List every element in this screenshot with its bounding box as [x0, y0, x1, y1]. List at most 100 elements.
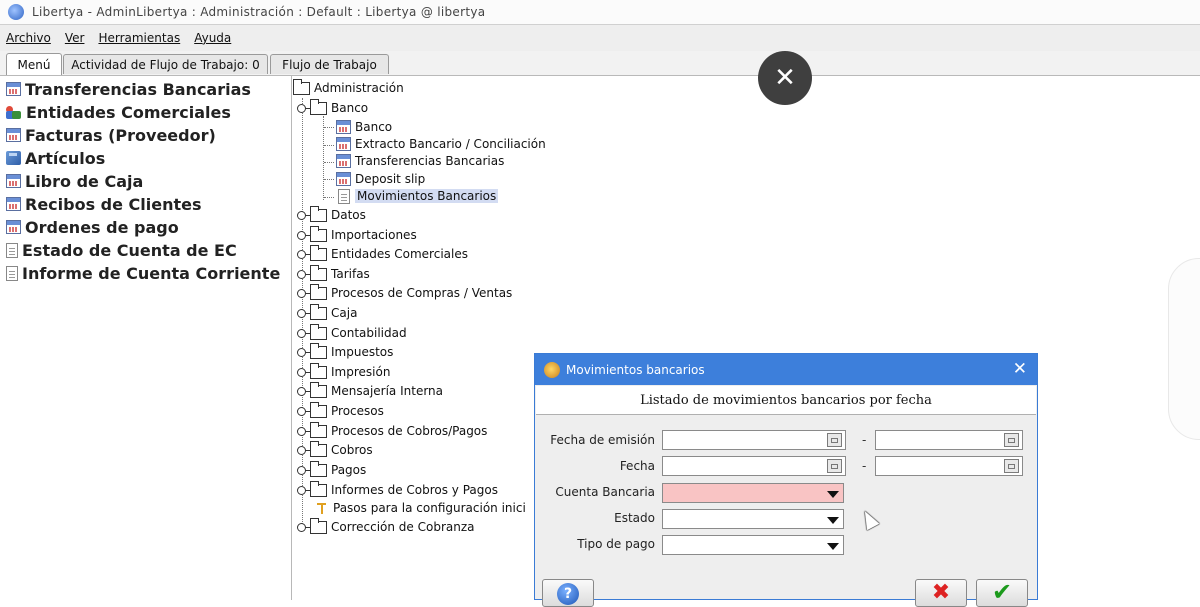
folder-icon	[310, 381, 327, 398]
menu-herramientas[interactable]: Herramientas	[92, 31, 188, 45]
expand-toggle-icon[interactable]	[297, 426, 311, 436]
menu-archivo[interactable]: Archivo	[0, 31, 59, 45]
expand-toggle-icon[interactable]	[297, 288, 311, 298]
expand-toggle-icon[interactable]	[297, 367, 311, 377]
tree-root[interactable]: Administración	[293, 78, 404, 97]
tree-folder[interactable]: Procesos	[297, 401, 384, 420]
folder-icon	[310, 225, 327, 242]
fecha-emision-hasta-input[interactable]	[875, 430, 1023, 450]
app-icon	[544, 361, 560, 378]
cancel-button[interactable]: ✖	[915, 579, 967, 607]
expand-toggle-icon[interactable]	[297, 269, 311, 279]
expand-toggle-icon[interactable]	[297, 347, 311, 357]
dialog-close-button[interactable]: ✕	[1013, 359, 1027, 379]
folder-icon	[310, 362, 327, 379]
folder-icon	[310, 98, 327, 115]
tree-folder[interactable]: Impuestos	[297, 342, 393, 361]
ok-button[interactable]: ✔	[976, 579, 1028, 607]
expand-toggle-icon[interactable]	[297, 210, 311, 220]
favorite-item[interactable]: Facturas (Proveedor)	[6, 124, 216, 146]
folder-icon	[310, 264, 327, 281]
window-icon	[6, 220, 21, 234]
tree-folder[interactable]: Importaciones	[297, 225, 417, 244]
tree-leaf-selected[interactable]: Movimientos Bancarios	[338, 187, 499, 205]
tree-leaf[interactable]: Deposit slip	[336, 170, 425, 188]
tree-folder[interactable]: Datos	[297, 205, 366, 224]
tree-leaf[interactable]: Transferencias Bancarias	[336, 152, 504, 170]
expand-toggle-icon[interactable]	[297, 445, 311, 455]
favorite-item[interactable]: Artículos	[6, 147, 105, 169]
favorite-item[interactable]: Transferencias Bancarias	[6, 78, 251, 100]
expand-toggle-icon[interactable]	[297, 406, 311, 416]
overlay-close-button[interactable]: ✕	[758, 51, 812, 105]
help-icon: ?	[557, 583, 579, 605]
label-estado: Estado	[614, 511, 655, 525]
tree-folder[interactable]: Impresión	[297, 362, 390, 381]
tree-leaf[interactable]: Banco	[336, 118, 392, 136]
tree-folder[interactable]: Caja	[297, 303, 357, 322]
tree-folder[interactable]: Pagos	[297, 460, 366, 479]
tree-folder[interactable]: Procesos de Compras / Ventas	[297, 283, 512, 302]
label-fecha: Fecha	[619, 459, 655, 473]
entities-icon	[6, 105, 22, 120]
expand-toggle-icon[interactable]	[297, 230, 311, 240]
window-icon	[6, 128, 21, 142]
window-icon	[6, 197, 21, 211]
tree-folder[interactable]: Informes de Cobros y Pagos	[297, 480, 498, 499]
folder-icon	[310, 205, 327, 222]
favorite-item[interactable]: Libro de Caja	[6, 170, 143, 192]
tree-folder[interactable]: Tarifas	[297, 264, 370, 283]
calendar-icon[interactable]	[1004, 433, 1019, 447]
background-shape	[1168, 258, 1200, 440]
tree-folder[interactable]: Entidades Comerciales	[297, 244, 468, 263]
tree-folder[interactable]: Procesos de Cobros/Pagos	[297, 421, 487, 440]
folder-icon	[310, 283, 327, 300]
favorite-item[interactable]: Informe de Cuenta Corriente	[6, 262, 280, 284]
cancel-icon: ✖	[931, 580, 951, 605]
tipo-pago-select[interactable]	[662, 535, 844, 555]
tree-folder[interactable]: Corrección de Cobranza	[297, 517, 474, 536]
dialog-titlebar: Movimientos bancarios ✕	[535, 354, 1037, 385]
tree-folder-banco[interactable]: Banco	[297, 98, 368, 117]
expand-toggle-icon[interactable]	[297, 308, 311, 318]
favorite-item[interactable]: Estado de Cuenta de EC	[6, 239, 237, 261]
label-tipo-pago: Tipo de pago	[577, 537, 655, 551]
tree-folder[interactable]: Mensajería Interna	[297, 381, 443, 400]
calendar-icon[interactable]	[827, 459, 842, 473]
calendar-icon[interactable]	[1004, 459, 1019, 473]
product-icon	[6, 151, 21, 165]
tab-flujo-trabajo[interactable]: Flujo de Trabajo	[270, 54, 389, 74]
menu-ayuda[interactable]: Ayuda	[188, 31, 239, 45]
expand-toggle-icon[interactable]	[297, 465, 311, 475]
tab-menu[interactable]: Menú	[6, 53, 62, 75]
expand-toggle-icon[interactable]	[297, 522, 311, 532]
tree-folder[interactable]: Cobros	[297, 440, 373, 459]
tab-actividad-flujo[interactable]: Actividad de Flujo de Trabajo: 0	[63, 54, 268, 74]
window-icon	[336, 137, 351, 151]
expand-toggle-icon[interactable]	[297, 328, 311, 338]
estado-select[interactable]	[662, 509, 844, 529]
window-icon	[6, 174, 21, 188]
favorite-item[interactable]: Ordenes de pago	[6, 216, 179, 238]
menu-ver[interactable]: Ver	[59, 31, 93, 45]
calendar-icon[interactable]	[827, 433, 842, 447]
fecha-emision-desde-input[interactable]	[662, 430, 846, 450]
favorite-item[interactable]: Entidades Comerciales	[6, 101, 231, 123]
tree-leaf[interactable]: Extracto Bancario / Conciliación	[336, 135, 546, 153]
expand-toggle-icon[interactable]	[297, 103, 311, 113]
window-icon	[6, 82, 21, 96]
expand-toggle-icon[interactable]	[297, 485, 311, 495]
tree-folder[interactable]: Contabilidad	[297, 323, 407, 342]
fecha-hasta-input[interactable]	[875, 456, 1023, 476]
help-button[interactable]: ?	[542, 579, 594, 607]
tree-leaf-pasos[interactable]: Pasos para la configuración inici	[315, 499, 526, 517]
folder-icon	[310, 421, 327, 438]
expand-toggle-icon[interactable]	[297, 249, 311, 259]
fecha-desde-input[interactable]	[662, 456, 846, 476]
cuenta-bancaria-select[interactable]	[662, 483, 844, 503]
label-cuenta-bancaria: Cuenta Bancaria	[555, 485, 655, 499]
favorite-item[interactable]: Recibos de Clientes	[6, 193, 202, 215]
report-icon	[6, 265, 18, 281]
expand-toggle-icon[interactable]	[297, 386, 311, 396]
window-icon	[336, 154, 351, 168]
